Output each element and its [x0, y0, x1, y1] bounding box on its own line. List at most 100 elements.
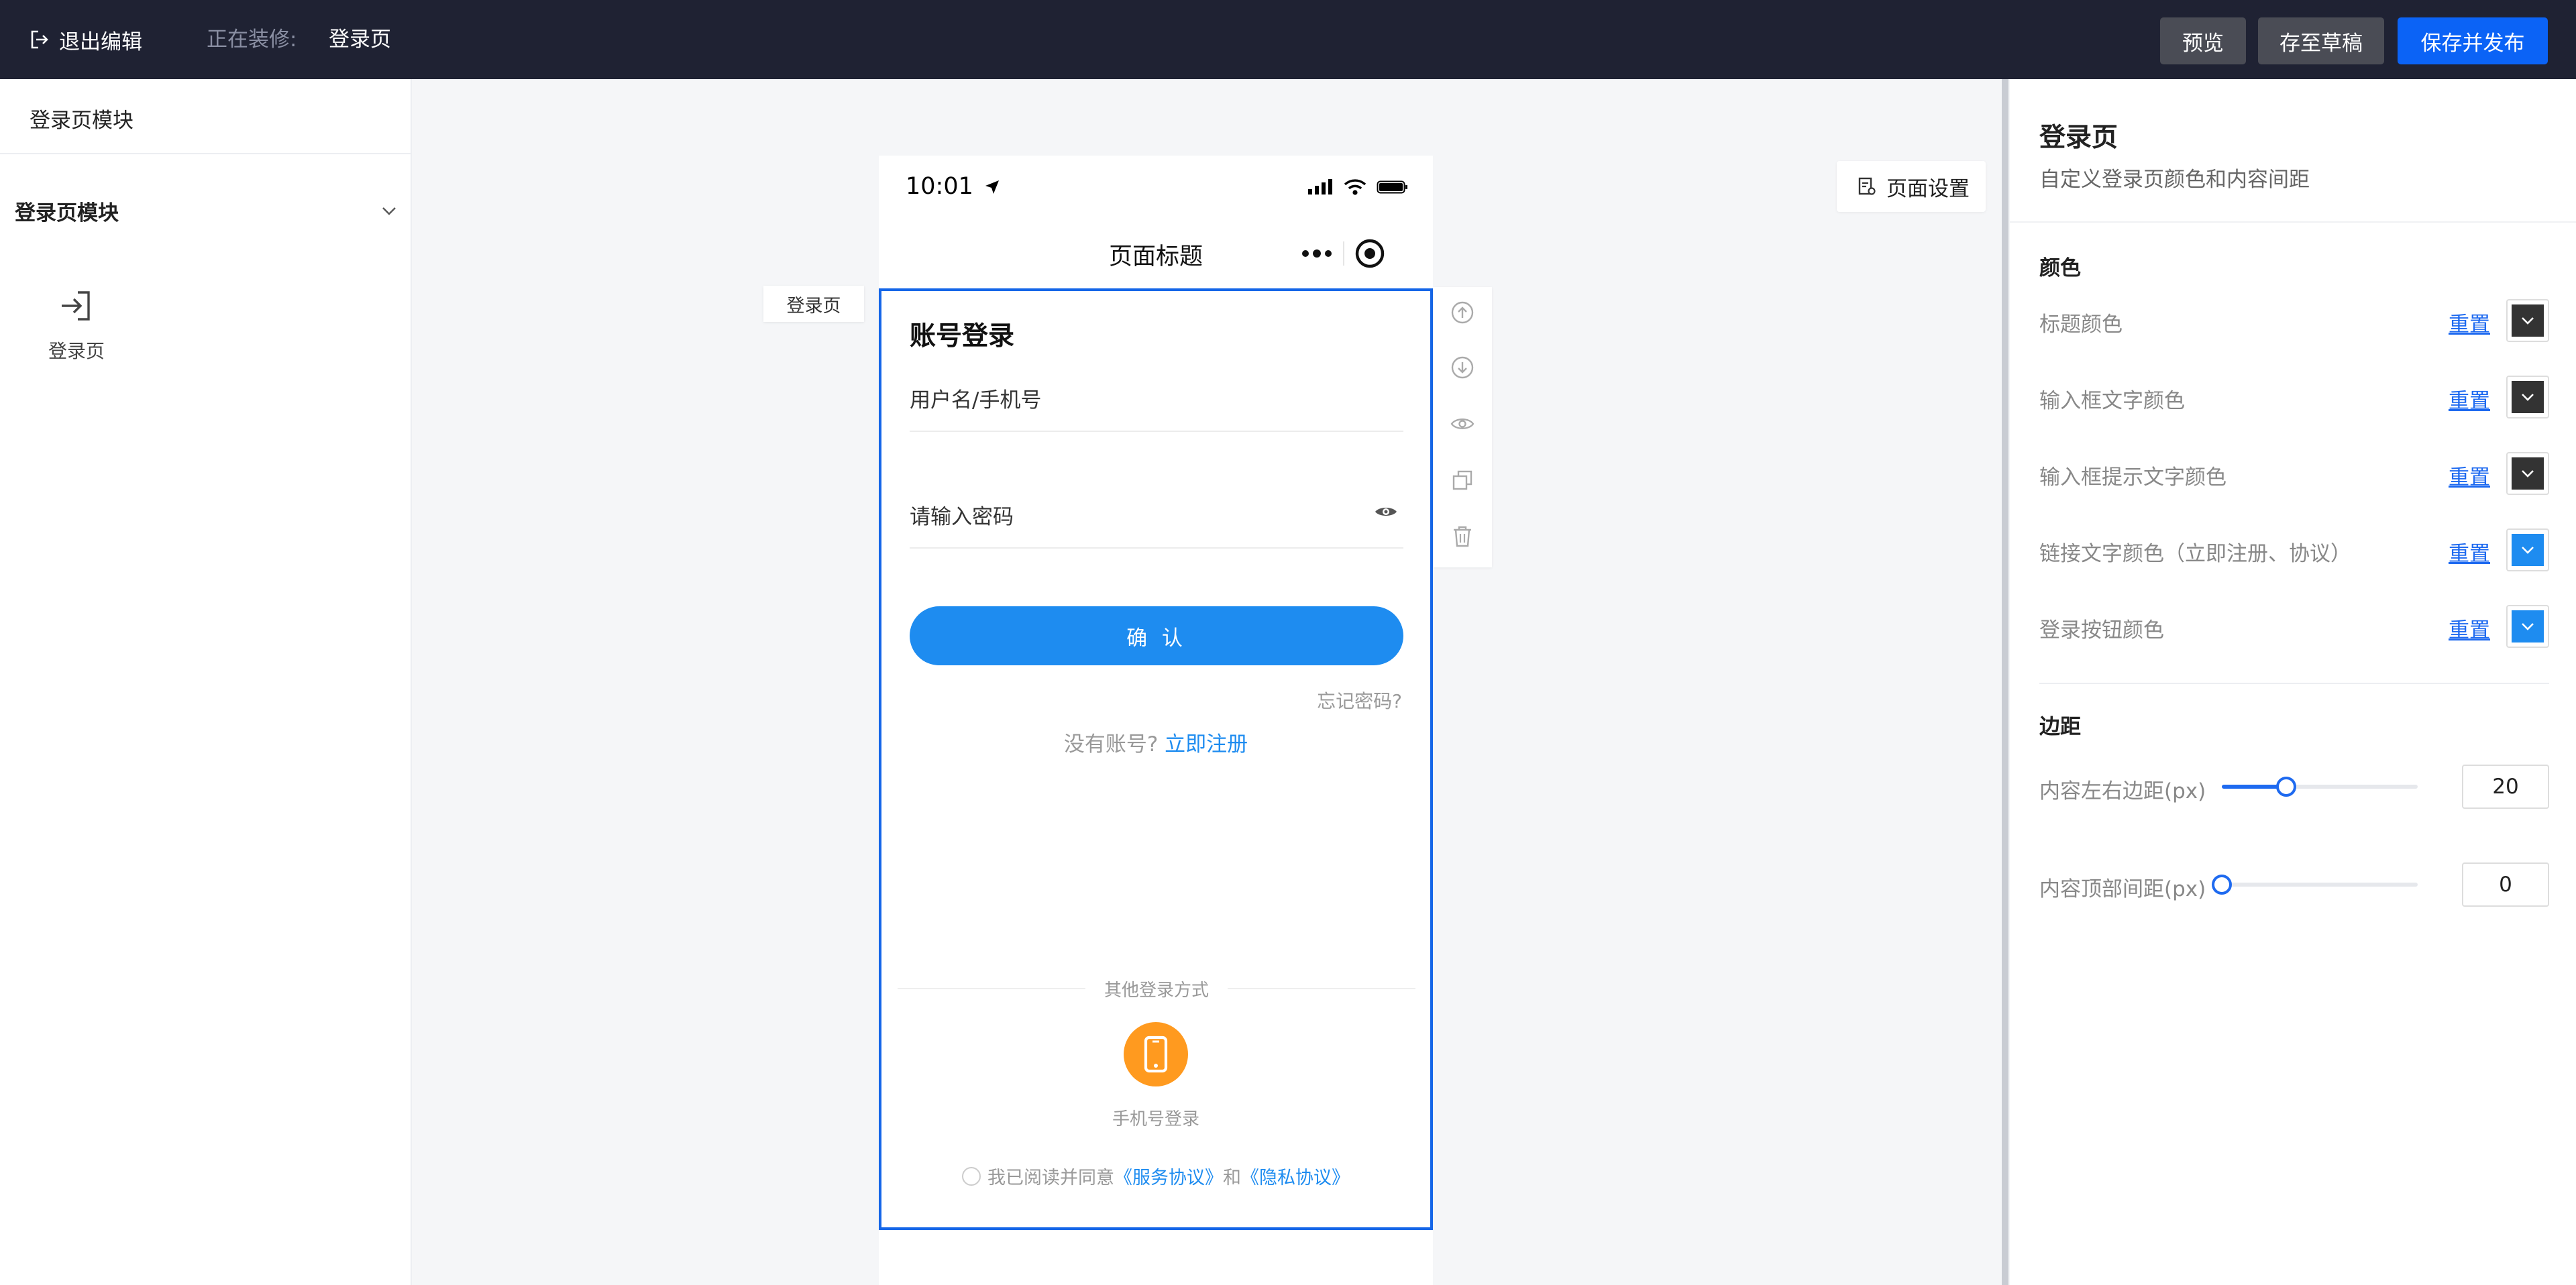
location-icon: [985, 180, 1000, 194]
close-target-icon[interactable]: [1354, 237, 1386, 270]
color-row-button: 登录按钮颜色 重置: [2039, 605, 2549, 648]
nav-bar: 页面标题: [879, 223, 1433, 287]
preview-button[interactable]: 预览: [2160, 17, 2246, 64]
signal-icon: [1308, 179, 1332, 194]
divider: [2039, 683, 2549, 684]
color-label: 标题颜色: [2039, 313, 2123, 337]
more-dots-icon[interactable]: [1300, 247, 1334, 260]
other-login-divider: 其他登录方式: [898, 975, 1416, 1002]
move-down-icon[interactable]: [1449, 354, 1476, 381]
chevron-down-icon: [2522, 623, 2534, 630]
mobile-phone-icon: [1144, 1036, 1168, 1073]
delete-icon[interactable]: [1449, 523, 1476, 550]
top-bar: 退出编辑 正在装修: 登录页 预览 存至草稿 保存并发布: [0, 0, 2576, 79]
settings-description: 自定义登录页颜色和内容间距: [2039, 168, 2310, 192]
and-label: 和: [1223, 1168, 1241, 1188]
eye-icon[interactable]: [1374, 504, 1398, 519]
top-padding-input[interactable]: [2462, 862, 2549, 907]
register-link[interactable]: 立即注册: [1165, 732, 1248, 757]
login-page-module[interactable]: 登录页: [42, 287, 111, 364]
status-bar: 10:01: [879, 156, 1433, 223]
right-panel: 登录页 自定义登录页颜色和内容间距 颜色 标题颜色 重置 输入框文字颜色 重置 …: [2010, 79, 2576, 1285]
copy-icon[interactable]: [1449, 467, 1476, 494]
login-component[interactable]: 账号登录 用户名/手机号 请输入密码 确 认 忘记密码? 没有账号? 立即注册 …: [879, 288, 1433, 1230]
agreement-row: 我已阅读并同意 《服务协议》 和 《隐私协议》: [881, 1163, 1430, 1189]
exit-edit-button[interactable]: 退出编辑: [30, 24, 142, 55]
left-panel: 登录页模块 登录页模块 登录页: [0, 79, 412, 1285]
chevron-down-icon: [2522, 547, 2534, 554]
status-icons: [1307, 178, 1409, 196]
horizontal-padding-row: 内容左右边距(px): [2039, 765, 2549, 809]
visibility-icon[interactable]: [1449, 410, 1476, 437]
page-settings-label: 页面设置: [1886, 176, 1970, 201]
chevron-down-icon: [381, 203, 397, 219]
register-line: 没有账号? 立即注册: [881, 727, 1430, 757]
top-padding-row: 内容顶部间距(px): [2039, 862, 2549, 907]
login-icon: [58, 287, 95, 325]
slider-label: 内容顶部间距(px): [2039, 877, 2206, 901]
left-panel-title: 登录页模块: [30, 109, 133, 133]
login-title: 账号登录: [910, 321, 1015, 351]
horizontal-padding-slider[interactable]: [2222, 777, 2418, 797]
color-row-placeholder: 输入框提示文字颜色 重置: [2039, 452, 2549, 495]
reset-link[interactable]: 重置: [2449, 307, 2490, 337]
module-group-label: 登录页模块: [15, 201, 119, 225]
color-row-title: 标题颜色 重置: [2039, 299, 2549, 342]
username-field[interactable]: 用户名/手机号: [910, 365, 1403, 432]
reset-link[interactable]: 重置: [2449, 537, 2490, 567]
exit-icon: [30, 30, 48, 50]
status-time: 10:01: [906, 173, 1001, 200]
reset-link[interactable]: 重置: [2449, 384, 2490, 414]
page-settings-button[interactable]: 页面设置: [1837, 161, 1986, 212]
save-publish-button[interactable]: 保存并发布: [2398, 17, 2548, 64]
capsule-divider: [1343, 241, 1344, 266]
color-label: 输入框提示文字颜色: [2039, 465, 2226, 490]
move-up-icon[interactable]: [1449, 299, 1476, 326]
divider: [2010, 221, 2576, 223]
confirm-button[interactable]: 确 认: [910, 606, 1403, 665]
component-toolbar: [1433, 287, 1492, 567]
forgot-password-link[interactable]: 忘记密码?: [1317, 687, 1402, 714]
exit-edit-label: 退出编辑: [59, 30, 142, 54]
divider: [0, 153, 411, 154]
service-agreement-link[interactable]: 《服务协议》: [1114, 1163, 1223, 1189]
no-account-label: 没有账号?: [1063, 732, 1159, 757]
save-draft-button[interactable]: 存至草稿: [2258, 17, 2384, 64]
slider-thumb[interactable]: [2212, 875, 2232, 895]
component-tag[interactable]: 登录页: [763, 286, 864, 322]
color-picker[interactable]: [2506, 299, 2549, 342]
login-page-module-label: 登录页: [48, 340, 105, 362]
color-picker[interactable]: [2506, 376, 2549, 418]
password-placeholder: 请输入密码: [910, 504, 1014, 529]
privacy-agreement-link[interactable]: 《隐私协议》: [1241, 1163, 1350, 1189]
module-group-header[interactable]: 登录页模块: [15, 193, 404, 228]
chevron-down-icon: [2522, 394, 2534, 401]
chevron-down-icon: [2522, 317, 2534, 325]
color-picker[interactable]: [2506, 452, 2549, 495]
phone-login-button[interactable]: [1122, 1022, 1189, 1086]
editing-page-name: 登录页: [329, 27, 391, 52]
agree-radio[interactable]: [962, 1166, 981, 1186]
page-settings-icon: [1857, 176, 1877, 197]
canvas-scrollbar[interactable]: [2002, 79, 2008, 1285]
chevron-down-icon: [2522, 470, 2534, 478]
color-label: 登录按钮颜色: [2039, 618, 2164, 642]
username-placeholder: 用户名/手机号: [910, 388, 1042, 412]
reset-link[interactable]: 重置: [2449, 460, 2490, 490]
agree-prefix: 我已阅读并同意: [987, 1168, 1114, 1188]
color-section-title: 颜色: [2039, 256, 2081, 280]
slider-thumb[interactable]: [2276, 777, 2297, 797]
top-padding-slider[interactable]: [2212, 875, 2418, 895]
reset-link[interactable]: 重置: [2449, 613, 2490, 643]
settings-title: 登录页: [2039, 123, 2118, 153]
wifi-icon: [1344, 179, 1366, 195]
password-field[interactable]: 请输入密码: [910, 482, 1403, 549]
color-label: 链接文字颜色（立即注册、协议）: [2039, 542, 2351, 566]
color-picker[interactable]: [2506, 528, 2549, 571]
color-row-input-text: 输入框文字颜色 重置: [2039, 376, 2549, 418]
margin-section-title: 边距: [2039, 715, 2081, 739]
slider-label: 内容左右边距(px): [2039, 779, 2206, 803]
color-picker[interactable]: [2506, 605, 2549, 648]
other-login-label: 其他登录方式: [1104, 980, 1210, 1001]
horizontal-padding-input[interactable]: [2462, 765, 2549, 809]
